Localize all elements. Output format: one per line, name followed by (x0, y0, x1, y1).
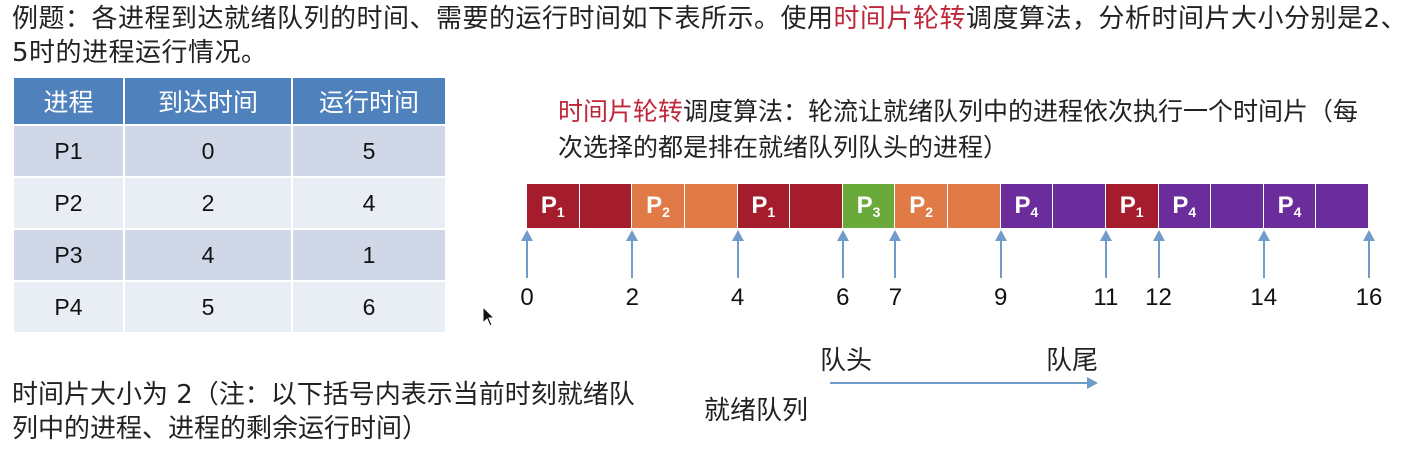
time-tick-label: 0 (520, 284, 534, 311)
header-arrival: 到达时间 (124, 78, 293, 125)
gantt-slot-p2 (948, 184, 1001, 228)
cell-arrival: 0 (124, 124, 293, 177)
cell-process: P2 (14, 176, 125, 229)
table-row: P1 0 5 (14, 124, 445, 177)
table-header-row: 进程 到达时间 运行时间 (14, 78, 445, 125)
gantt-slot-p4 (1053, 184, 1106, 228)
time-tick-label: 2 (625, 284, 639, 311)
gantt-slot-p2: P2 (632, 184, 685, 228)
gantt-slot-p4 (1316, 184, 1369, 228)
gantt-slot-p3: P3 (842, 184, 896, 228)
header-runtime: 运行时间 (292, 78, 445, 125)
table-row: P3 4 1 (14, 228, 445, 281)
cell-process: P1 (14, 124, 125, 177)
time-arrow (521, 230, 533, 278)
time-tick-label: 14 (1250, 284, 1278, 311)
gantt-slot-p2: P2 (895, 184, 948, 228)
cell-arrival: 4 (124, 228, 293, 281)
time-arrow (1152, 230, 1165, 278)
time-arrow (1099, 230, 1112, 278)
time-arrow (731, 230, 744, 278)
gantt-slot-p4 (1211, 184, 1264, 228)
cell-process: P3 (14, 228, 125, 281)
title-prefix: 例题：各进程到达就绪队列的时间、需要的运行时间如下表所示。使用 (12, 4, 834, 34)
cell-runtime: 1 (292, 228, 445, 281)
gantt-slot-p2 (684, 184, 738, 228)
header-process: 进程 (14, 78, 125, 125)
gantt-slot-p1 (579, 184, 633, 228)
time-tick-label: 12 (1145, 284, 1172, 311)
time-tick-label: 9 (993, 284, 1008, 311)
cell-arrival: 5 (124, 280, 293, 332)
note-text: 时间片大小为 2（注：以下括号内表示当前时刻就绪队列中的进程、进程的剩余运行时间… (12, 380, 635, 444)
table-row: P2 2 4 (14, 176, 445, 229)
ready-queue-label: 就绪队列 (704, 396, 809, 426)
gantt-slot-p1: P1 (527, 184, 580, 228)
time-arrow (836, 230, 849, 278)
cell-runtime: 5 (292, 124, 445, 177)
rr-highlight: 时间片轮转 (558, 97, 684, 126)
gantt-slot-p4: P4 (1263, 184, 1317, 228)
cell-arrival: 2 (124, 176, 293, 229)
mouse-cursor-icon (482, 306, 496, 327)
cell-runtime: 6 (292, 280, 445, 332)
queue-head-label: 队头 (820, 346, 873, 376)
process-table: 进程 到达时间 运行时间 P1 0 5 P2 2 4 P3 4 1 P4 5 6 (14, 78, 445, 332)
time-tick-label: 4 (730, 284, 745, 311)
time-tick-label: 11 (1093, 284, 1119, 311)
gantt-slot-p1: P1 (737, 184, 791, 228)
time-arrow (994, 230, 1007, 278)
time-arrow (889, 230, 902, 278)
time-tick-label: 16 (1355, 284, 1383, 311)
gantt-slot-p1 (790, 184, 843, 228)
rr-description: 时间片轮转调度算法：轮流让就绪队列中的进程依次执行一个时间片（每次选择的都是排在… (558, 94, 1378, 166)
gantt-slot-p1: P1 (1105, 184, 1159, 228)
title-highlight: 时间片轮转 (833, 4, 967, 34)
time-tick-label: 6 (836, 284, 850, 311)
queue-tail-label: 队尾 (1046, 346, 1099, 376)
cell-runtime: 4 (292, 176, 445, 229)
gantt-slot-p4: P4 (1000, 184, 1054, 228)
gantt-slot-p4: P4 (1158, 184, 1212, 228)
problem-statement: 例题：各进程到达就绪队列的时间、需要的运行时间如下表所示。使用时间片轮转调度算法… (12, 2, 1412, 70)
cell-process: P4 (14, 280, 125, 332)
time-arrow (1257, 230, 1270, 278)
time-arrow (626, 230, 639, 278)
time-arrow (1363, 230, 1375, 278)
time-tick-label: 7 (888, 284, 903, 311)
table-row: P4 5 6 (14, 280, 445, 332)
queue-direction-arrow (830, 377, 1098, 389)
gantt-chart: P1 P2 P1 P3 P2 P4 P1 P4 P4 (527, 184, 1369, 228)
